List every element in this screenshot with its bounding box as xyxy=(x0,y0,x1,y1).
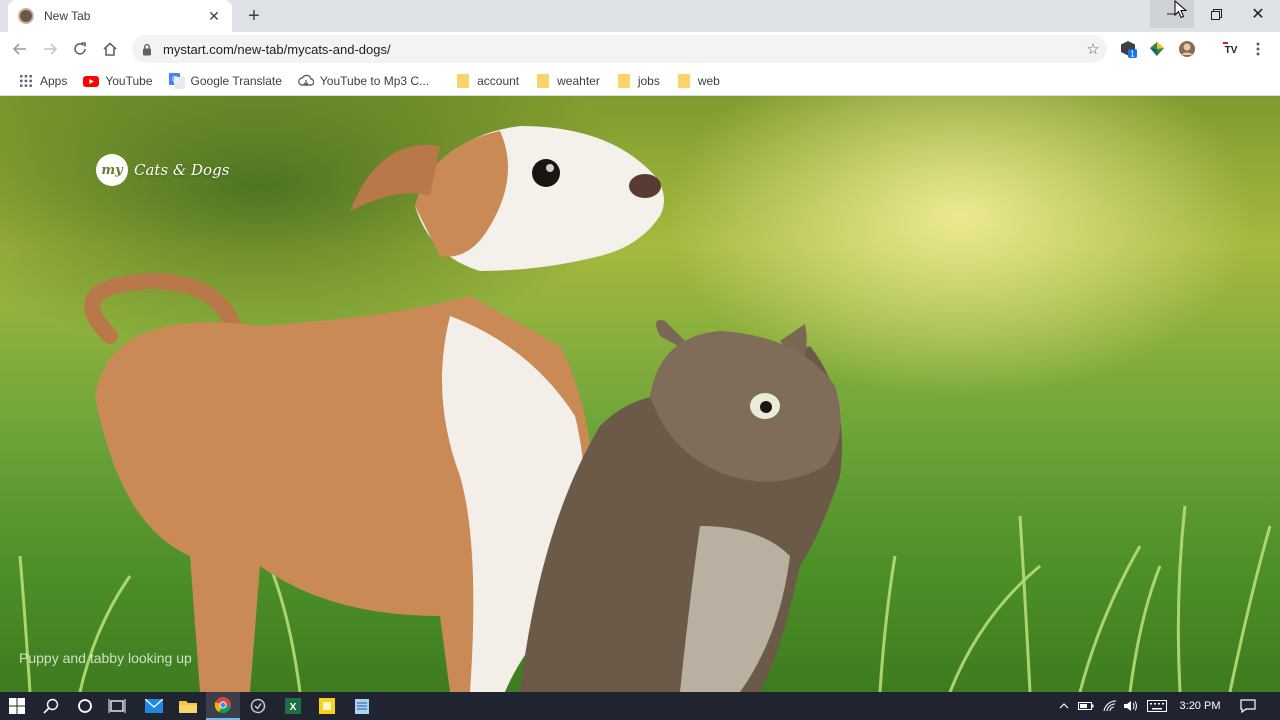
svg-text:X: X xyxy=(290,702,297,713)
new-tab-button[interactable]: + xyxy=(242,4,266,28)
chrome-icon xyxy=(215,697,231,713)
mouse-pointer-icon xyxy=(1174,0,1188,19)
search-icon xyxy=(43,698,59,714)
chrome-menu-icon[interactable] xyxy=(1250,39,1266,59)
taskbar-clock[interactable]: 3:20 PM xyxy=(1172,692,1228,720)
bookmark-google-translate[interactable]: G Google Translate xyxy=(163,69,288,93)
url-text: mystart.com/new-tab/mycats-and-dogs/ xyxy=(163,41,391,57)
youtube-icon xyxy=(83,73,100,89)
search-button[interactable] xyxy=(34,692,68,720)
extension-tv-label: TV xyxy=(1225,45,1238,56)
bookmark-star-icon[interactable]: ☆ xyxy=(1079,35,1107,63)
app-circle-icon xyxy=(250,698,266,714)
sticky-note-icon xyxy=(319,698,335,714)
keyboard-icon[interactable] xyxy=(1147,698,1167,714)
site-logo[interactable]: my Cats & Dogs xyxy=(96,154,229,186)
bookmark-label: Apps xyxy=(40,73,68,88)
taskbar-app-circle[interactable] xyxy=(241,692,275,720)
google-translate-icon: G xyxy=(168,72,185,89)
close-window-button[interactable]: ✕ xyxy=(1236,0,1280,28)
network-wifi-icon[interactable] xyxy=(1102,698,1118,714)
taskbar-sticky-notes[interactable] xyxy=(310,692,344,720)
task-view-icon xyxy=(108,699,126,713)
extension-badge: 1 xyxy=(1130,50,1135,59)
folder-icon xyxy=(179,701,197,713)
arrow-left-icon xyxy=(12,43,26,55)
windows-taskbar: X 3:20 PM xyxy=(0,692,1280,720)
browser-tab[interactable]: New Tab ✕ xyxy=(8,0,232,32)
browser-toolbar: mystart.com/new-tab/mycats-and-dogs/ ☆ 1… xyxy=(0,32,1280,66)
tab-close-icon[interactable]: ✕ xyxy=(206,8,222,24)
bookmark-apps[interactable]: Apps xyxy=(12,69,73,93)
start-button[interactable] xyxy=(0,692,34,720)
bookmark-folder-weahter[interactable]: weahter xyxy=(529,69,606,93)
tab-favicon-icon xyxy=(18,8,34,24)
bookmark-folder-web[interactable]: web xyxy=(670,69,726,93)
mail-icon xyxy=(145,699,163,713)
extension-cube-icon[interactable]: 1 xyxy=(1118,39,1138,59)
battery-icon[interactable] xyxy=(1078,698,1094,714)
show-hidden-icons-chevron-icon[interactable] xyxy=(1056,698,1072,714)
cortana-button[interactable] xyxy=(68,692,102,720)
bookmark-youtube-to-mp3[interactable]: YouTube to Mp3 C... xyxy=(292,69,435,93)
tab-title: New Tab xyxy=(44,9,91,23)
bookmark-label: jobs xyxy=(637,73,660,88)
notepad-icon xyxy=(355,699,369,714)
reload-icon xyxy=(74,42,86,55)
svg-text:G: G xyxy=(172,75,178,84)
windows-logo-icon xyxy=(9,698,25,714)
cortana-circle-icon xyxy=(78,699,92,713)
extension-avatar-icon[interactable] xyxy=(1177,39,1197,59)
bookmark-label: Google Translate xyxy=(190,73,282,88)
extension-tv-icon[interactable]: TV xyxy=(1220,39,1242,59)
restore-button[interactable] xyxy=(1194,0,1238,28)
bookmark-folder-jobs[interactable]: jobs xyxy=(610,69,666,93)
volume-icon[interactable] xyxy=(1123,698,1139,714)
bookmark-youtube[interactable]: YouTube xyxy=(77,69,158,93)
folder-icon xyxy=(616,73,632,89)
excel-icon: X xyxy=(285,698,301,714)
extension-gem-icon[interactable] xyxy=(1147,39,1167,59)
home-icon xyxy=(103,42,117,56)
new-tab-page: my Cats & Dogs Puppy and tabby looking u… xyxy=(0,96,1280,692)
bookmark-label: web xyxy=(697,73,720,88)
bookmark-label: weahter xyxy=(557,73,600,88)
folder-icon xyxy=(535,73,551,89)
lock-icon xyxy=(142,42,154,56)
back-button[interactable] xyxy=(8,37,32,61)
bookmark-label: YouTube to Mp3 C... xyxy=(319,73,430,88)
home-button[interactable] xyxy=(98,37,122,61)
address-bar[interactable]: mystart.com/new-tab/mycats-and-dogs/ ☆ xyxy=(132,35,1107,63)
bookmarks-bar: Apps YouTube G Google Translate YouTube … xyxy=(0,66,1280,96)
reload-button[interactable] xyxy=(68,37,92,61)
tab-strip: New Tab ✕ + ✕ xyxy=(0,0,1280,32)
restore-icon xyxy=(1210,8,1222,20)
task-view-button[interactable] xyxy=(100,692,134,720)
taskbar-notepad[interactable] xyxy=(345,692,379,720)
taskbar-file-explorer[interactable] xyxy=(171,692,205,720)
bookmark-label: account xyxy=(477,73,520,88)
forward-button[interactable] xyxy=(38,37,62,61)
photo-caption[interactable]: Puppy and tabby looking up xyxy=(19,650,192,666)
logo-badge: my xyxy=(96,154,128,186)
folder-icon xyxy=(676,73,692,89)
taskbar-excel[interactable]: X xyxy=(276,692,310,720)
logo-text: Cats & Dogs xyxy=(134,161,230,179)
folder-icon xyxy=(455,73,471,89)
cloud-download-icon xyxy=(297,73,314,89)
bookmark-folder-account[interactable]: account xyxy=(449,69,525,93)
taskbar-mail[interactable] xyxy=(137,692,171,720)
arrow-right-icon xyxy=(44,43,58,55)
apps-grid-icon xyxy=(18,73,34,89)
close-icon: ✕ xyxy=(1251,6,1265,23)
taskbar-chrome[interactable] xyxy=(206,692,240,720)
action-center-icon[interactable] xyxy=(1240,698,1256,714)
bookmark-label: YouTube xyxy=(105,73,153,88)
